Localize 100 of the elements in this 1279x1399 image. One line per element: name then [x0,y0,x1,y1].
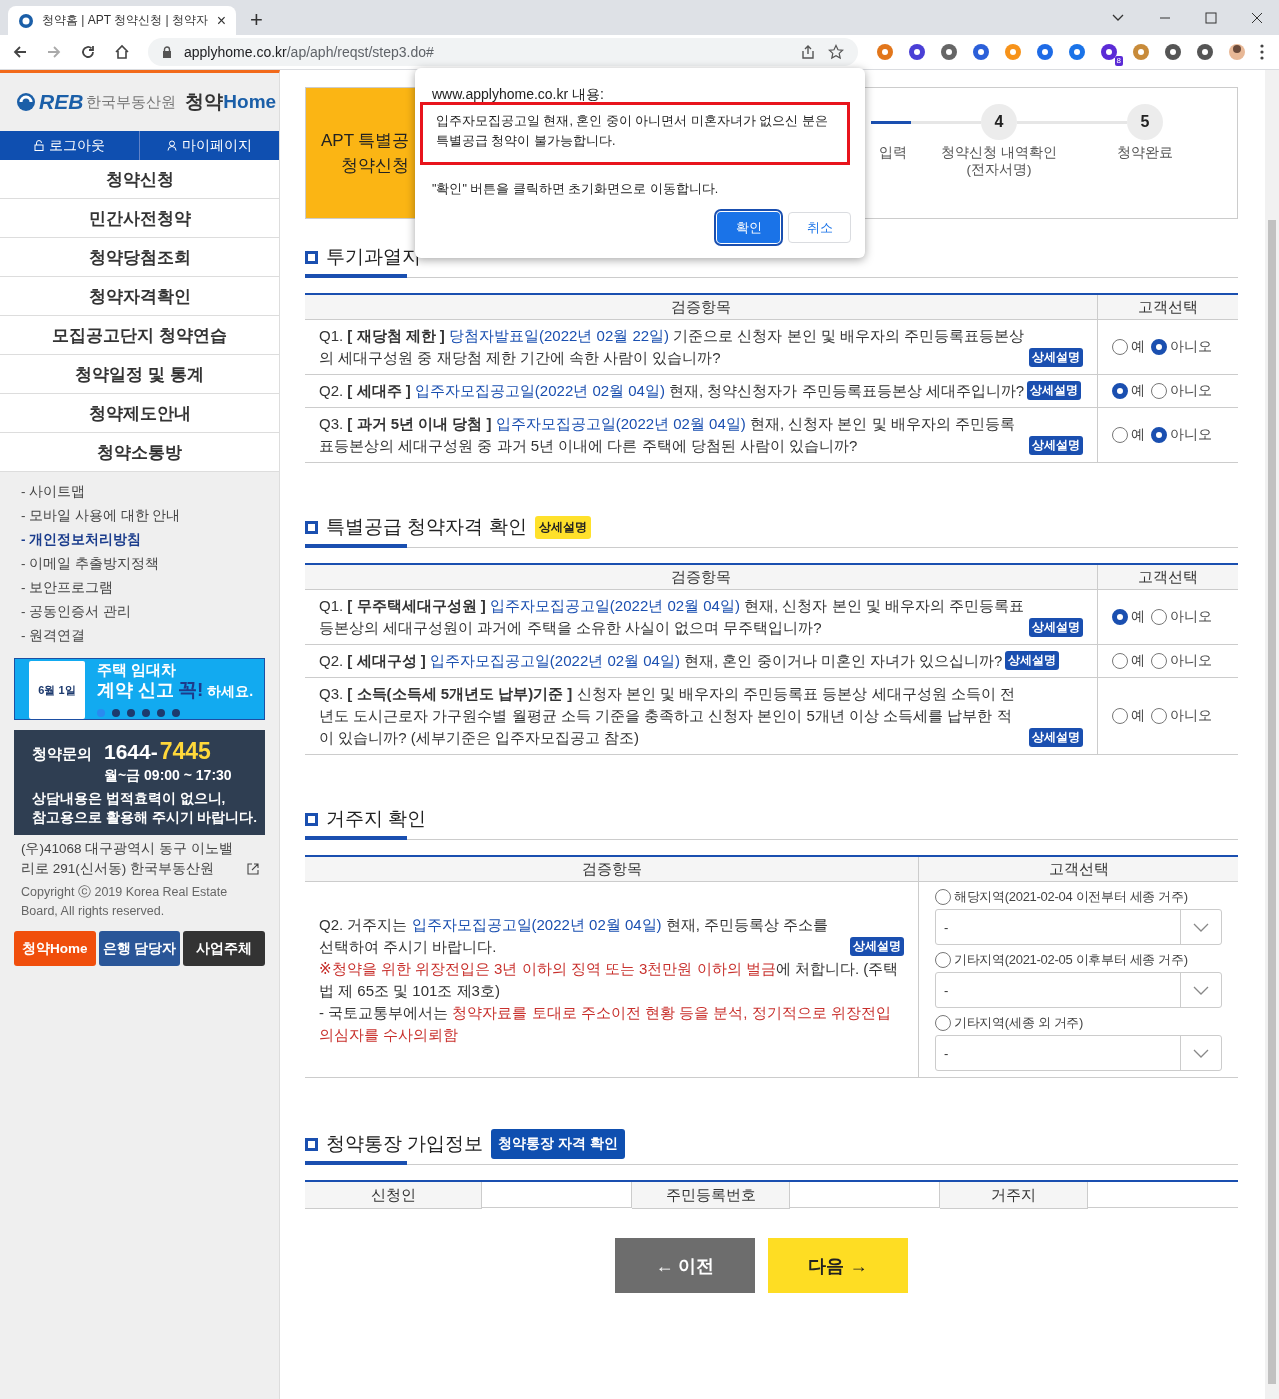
radio-button[interactable] [1112,653,1128,669]
radio-button[interactable] [935,1015,951,1031]
star-icon[interactable] [828,44,844,60]
home-icon[interactable] [114,44,130,60]
carousel-dot[interactable] [172,709,180,717]
radio-button[interactable] [1151,339,1167,355]
carousel-dot[interactable] [112,709,120,717]
maximize-icon[interactable] [1205,11,1217,24]
menu-item[interactable]: 모집공고단지 청약연습 [0,316,279,355]
extension-icon[interactable] [1196,43,1214,61]
radio-button[interactable] [935,889,951,905]
forward-icon[interactable] [46,44,62,60]
detail-badge[interactable]: 상세설명 [1029,618,1083,637]
radio-label: 아니오 [1170,426,1212,444]
close-tab-button[interactable]: × [216,11,226,30]
radio-label: 아니오 [1170,338,1212,356]
extension-icon[interactable] [940,43,958,61]
radio-button[interactable] [1151,427,1167,443]
radio-button[interactable] [1151,653,1167,669]
site-button[interactable]: 청약Home [14,931,96,966]
menu-item[interactable]: 청약자격확인 [0,277,279,316]
detail-badge[interactable]: 상세설명 [1029,348,1083,367]
step-label: 청약신청 내역확인 (전자서명) [940,144,1058,178]
extension-icon[interactable] [908,43,926,61]
site-logo[interactable]: REB 한국부동산원 청약Home [0,73,279,131]
site-button[interactable]: 은행 담당자 [98,931,181,966]
detail-badge[interactable]: 상세설명 [1027,381,1082,400]
dialog-button[interactable]: 취소 [788,212,851,243]
contact-label: 청약문의 [32,745,92,764]
detail-badge[interactable]: 상세설명 [850,936,904,956]
footer-link[interactable]: - 모바일 사용에 대한 안내 [21,504,279,528]
carousel-dot[interactable] [142,709,150,717]
document-date: 6월 1일 [38,682,76,698]
select-field[interactable]: - [935,972,1222,1008]
radio-button[interactable] [1112,708,1128,724]
radio-button[interactable] [1112,427,1128,443]
column-header: 검증항목 [305,295,1097,320]
eligibility-button[interactable]: 청약통장 자격 확인 [491,1129,625,1159]
select-field[interactable]: - [935,909,1222,945]
carousel-dot[interactable] [157,709,165,717]
radio-button[interactable] [1151,708,1167,724]
avatar-icon[interactable] [1228,43,1246,61]
promo-banner[interactable]: 6월 1일 주택 임대차 계약 신고 꼭! 하세요. [14,658,265,720]
step-number: 5 [1127,104,1163,140]
menu-item[interactable]: 민간사전청약 [0,199,279,238]
contact-hours: 월~금 09:00 ~ 17:30 [104,767,233,785]
menu-item[interactable]: 청약일정 및 통계 [0,355,279,394]
nav-button[interactable]: 다음 → [768,1238,908,1293]
footer-link[interactable]: - 원격연결 [21,624,279,648]
site-button[interactable]: 사업주체 [183,931,265,966]
menu-item[interactable]: 청약당첨조회 [0,238,279,277]
menu-item[interactable]: 청약소통방 [0,433,279,472]
reload-icon[interactable] [80,44,96,60]
radio-label: 아니오 [1170,608,1212,626]
footer-link[interactable]: - 이메일 추출방지정책 [21,552,279,576]
chevron-down-icon[interactable] [1111,12,1125,23]
select-field[interactable]: - [935,1035,1222,1071]
banner-title: 계약 신고 [97,679,174,701]
nav-button[interactable]: ← 이전 [615,1238,755,1293]
column-header: 고객선택 [918,857,1238,882]
radio-button[interactable] [1151,383,1167,399]
url-text: applyhome.co.kr/ap/aph/reqst/step3.do# [184,44,434,60]
extension-icon[interactable] [1100,43,1118,61]
menu-item[interactable]: 청약제도안내 [0,394,279,433]
scrollbar[interactable] [1265,70,1279,1399]
new-tab-button[interactable]: + [250,9,263,31]
extension-icon[interactable] [972,43,990,61]
back-icon[interactable] [12,44,28,60]
menu-item[interactable]: 청약신청 [0,160,279,199]
footer-link[interactable]: - 사이트맵 [21,480,279,504]
carousel-dot[interactable] [127,709,135,717]
bullet-icon [305,812,318,826]
detail-badge[interactable]: 상세설명 [1029,728,1083,747]
address-bar[interactable]: applyhome.co.kr/ap/aph/reqst/step3.do# [148,38,858,66]
row-header: 주민등록번호 [632,1182,790,1209]
radio-button[interactable] [1151,609,1167,625]
external-link-icon[interactable] [247,863,259,875]
close-icon[interactable] [1251,11,1263,24]
logo-org-text: 한국부동산원 [86,92,177,112]
extension-icon[interactable] [1036,43,1054,61]
footer-link[interactable]: - 개인정보처리방침 [21,528,279,552]
carousel-dot[interactable] [97,709,105,717]
radio-button[interactable] [1112,609,1128,625]
site-favicon-icon [18,12,34,29]
account-button[interactable]: 로그아웃 [0,131,139,160]
dialog-button[interactable]: 확인 [717,212,780,243]
menu-icon[interactable] [1260,44,1264,60]
radio-button[interactable] [1112,339,1128,355]
detail-badge[interactable]: 상세설명 [1029,436,1083,455]
extension-icon[interactable] [1164,43,1182,61]
radio-button[interactable] [1112,383,1128,399]
detail-badge[interactable]: 상세설명 [1005,651,1060,670]
detail-badge[interactable]: 상세설명 [534,515,591,539]
share-icon[interactable] [800,44,816,60]
footer-link[interactable]: - 보안프로그램 [21,576,279,600]
browser-tab[interactable]: 청약홈 | APT 청약신청 | 청약자 × [8,6,236,35]
radio-button[interactable] [935,952,951,968]
footer-link[interactable]: - 공동인증서 관리 [21,600,279,624]
extension-icon[interactable] [1068,43,1086,61]
step-label: 청약완료 [1116,144,1174,161]
